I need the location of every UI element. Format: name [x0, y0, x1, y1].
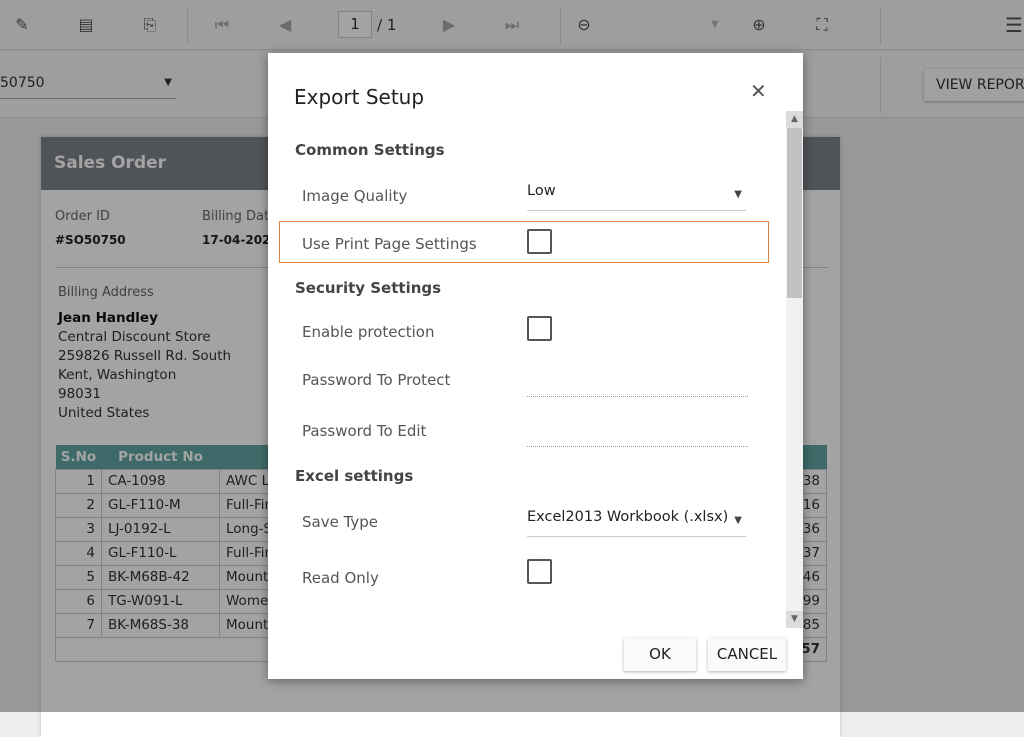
ok-button[interactable]: OK: [624, 638, 696, 671]
use-print-page-settings-label: Use Print Page Settings: [302, 235, 477, 253]
security-settings-heading: Security Settings: [295, 279, 442, 297]
password-to-protect-input[interactable]: [527, 373, 748, 397]
save-type-dropdown[interactable]: Excel2013 Workbook (.xlsx) ▼: [527, 509, 746, 537]
caret-down-icon: ▼: [734, 189, 742, 200]
dialog-scrollbar[interactable]: ▲ ▼: [786, 111, 803, 628]
excel-settings-heading: Excel settings: [295, 467, 414, 485]
save-type-value: Excel2013 Workbook (.xlsx): [527, 509, 729, 525]
password-to-edit-input[interactable]: [527, 423, 748, 447]
scrollbar-thumb[interactable]: [787, 128, 802, 298]
read-only-label: Read Only: [302, 569, 379, 587]
scroll-up-icon[interactable]: ▲: [786, 111, 803, 128]
close-icon[interactable]: ✕: [750, 79, 767, 103]
read-only-checkbox[interactable]: [527, 559, 552, 584]
dialog-title: Export Setup: [294, 85, 425, 109]
save-type-label: Save Type: [302, 513, 379, 531]
image-quality-label: Image Quality: [302, 187, 408, 205]
cancel-button[interactable]: CANCEL: [708, 638, 786, 671]
password-to-protect-label: Password To Protect: [302, 371, 451, 389]
scroll-down-icon[interactable]: ▼: [786, 611, 803, 628]
image-quality-value: Low: [527, 183, 556, 199]
image-quality-dropdown[interactable]: Low ▼: [527, 183, 746, 211]
caret-down-icon: ▼: [734, 515, 742, 526]
password-to-edit-label: Password To Edit: [302, 422, 427, 440]
common-settings-heading: Common Settings: [295, 141, 445, 159]
use-print-page-settings-checkbox[interactable]: [527, 229, 552, 254]
enable-protection-checkbox[interactable]: [527, 316, 552, 341]
export-setup-dialog: Export Setup ✕ Common Settings Image Qua…: [268, 53, 803, 679]
enable-protection-label: Enable protection: [302, 323, 435, 341]
